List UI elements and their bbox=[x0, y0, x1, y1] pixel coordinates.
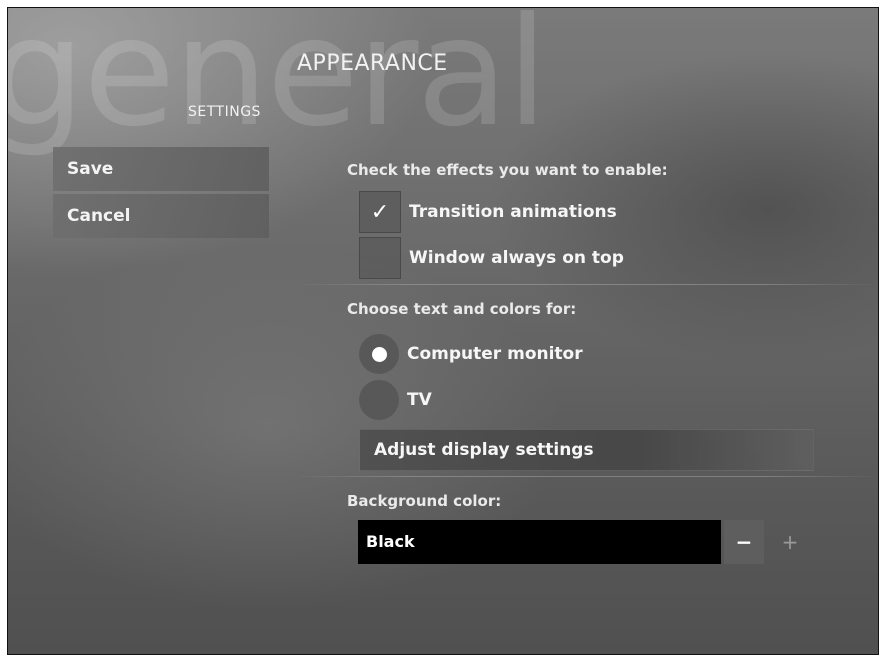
effects-section-label: Check the effects you want to enable: bbox=[347, 161, 668, 179]
tv-label: TV bbox=[407, 390, 432, 410]
radio-selected-dot-icon bbox=[371, 346, 387, 362]
colors-section-label: Choose text and colors for: bbox=[347, 300, 577, 318]
window-always-on-top-label: Window always on top bbox=[409, 248, 624, 268]
computer-monitor-label: Computer monitor bbox=[407, 344, 583, 364]
decrease-button[interactable]: − bbox=[724, 520, 764, 564]
background-color-label: Background color: bbox=[347, 492, 502, 510]
radio-computer-monitor[interactable] bbox=[359, 334, 399, 374]
settings-window: general APPEARANCE SETTINGS Save Cancel … bbox=[7, 7, 879, 655]
increase-button[interactable]: + bbox=[770, 520, 810, 564]
radio-tv[interactable] bbox=[359, 380, 399, 420]
checkbox-transition-animations[interactable]: ✓ bbox=[359, 191, 401, 233]
option-window-always-on-top[interactable]: Window always on top bbox=[359, 237, 624, 279]
adjust-display-settings-button[interactable]: Adjust display settings bbox=[359, 429, 814, 471]
option-transition-animations[interactable]: ✓ Transition animations bbox=[359, 191, 617, 233]
save-button[interactable]: Save bbox=[53, 147, 269, 191]
checkbox-window-always-on-top[interactable] bbox=[359, 237, 401, 279]
checkmark-icon: ✓ bbox=[370, 199, 390, 225]
cancel-button[interactable]: Cancel bbox=[53, 194, 269, 238]
section-divider bbox=[294, 284, 878, 285]
section-divider bbox=[294, 476, 878, 477]
option-computer-monitor[interactable]: Computer monitor bbox=[359, 333, 583, 375]
option-tv[interactable]: TV bbox=[359, 379, 432, 421]
left-menu: Save Cancel bbox=[53, 147, 269, 241]
background-color-value[interactable]: Black bbox=[358, 520, 721, 564]
background-watermark-text: general bbox=[7, 7, 548, 160]
transition-animations-label: Transition animations bbox=[409, 202, 617, 222]
page-title: APPEARANCE bbox=[297, 51, 448, 76]
page-subtitle: SETTINGS bbox=[188, 104, 261, 120]
